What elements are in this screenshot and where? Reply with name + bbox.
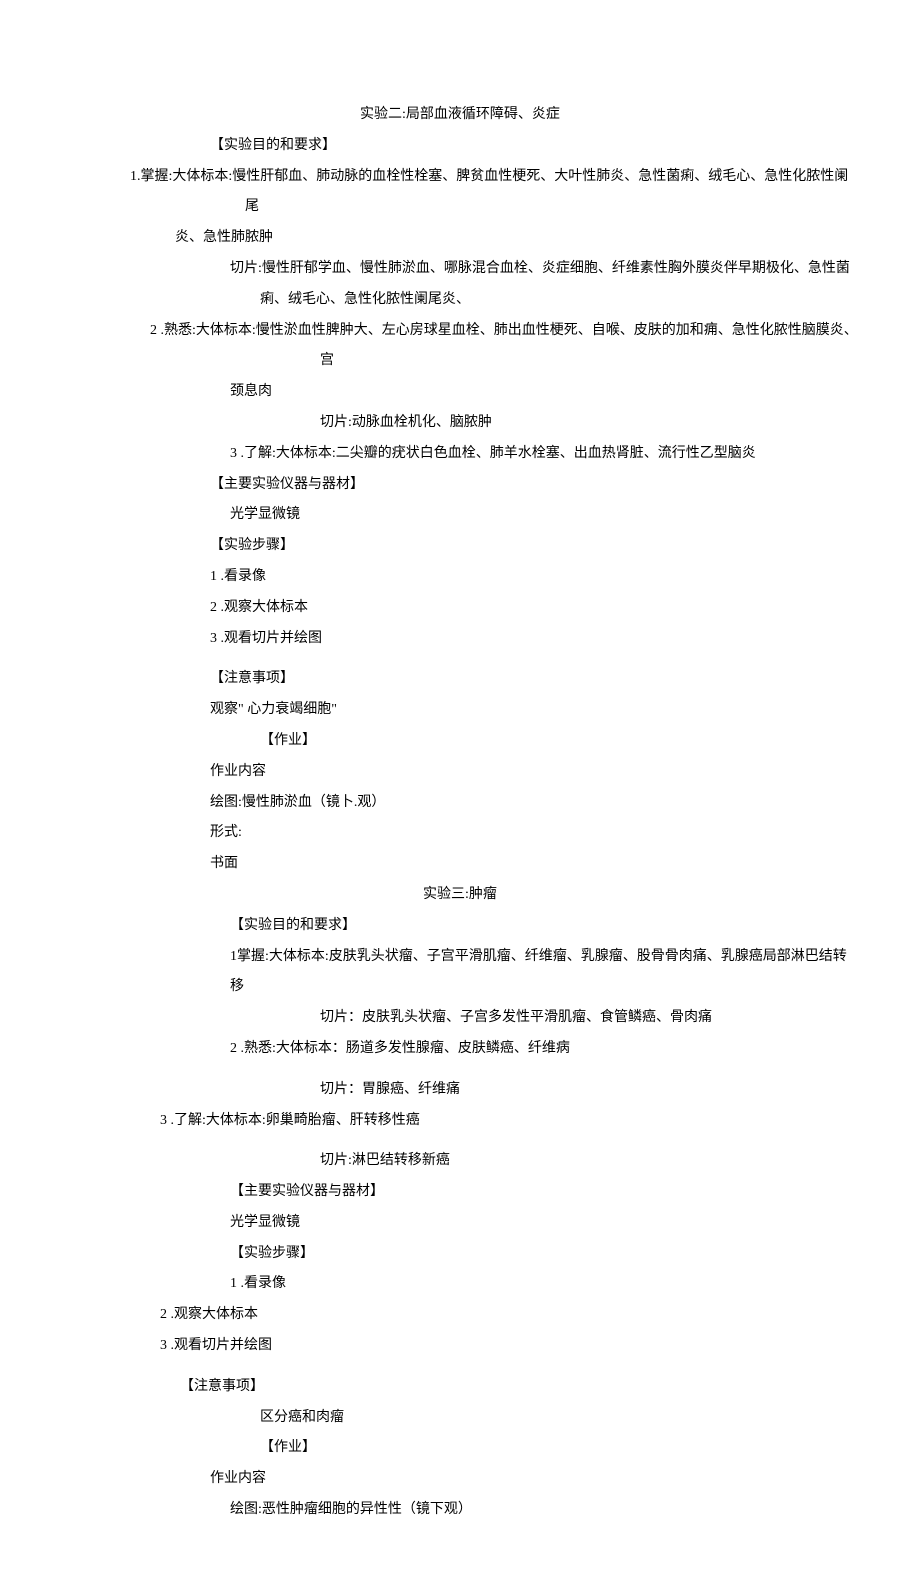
exp2-note: 观察" 心力衰竭细胞" — [60, 695, 860, 726]
exp2-purpose-1d: 痢、绒毛心、急性化脓性阑尾炎、 — [60, 285, 860, 316]
exp2-purpose-2c: 切片:动脉血栓机化、脑脓肿 — [60, 408, 860, 439]
exp3-note-heading: 【注意事项】 — [60, 1372, 860, 1403]
exp2-steps-heading: 【实验步骤】 — [60, 531, 860, 562]
exp3-purpose-2b: 切片：胃腺癌、纤维痛 — [60, 1075, 860, 1106]
exp2-title: 实验二:局部血液循环障碍、炎症 — [60, 100, 860, 131]
exp3-purpose-1b: 切片：皮肤乳头状瘤、子宫多发性平滑肌瘤、食管鳞癌、骨肉痛 — [60, 1003, 860, 1034]
exp2-hw-1: 作业内容 — [60, 757, 860, 788]
exp2-device: 光学显微镜 — [60, 500, 860, 531]
exp3-device-heading: 【主要实验仪器与器材】 — [60, 1177, 860, 1208]
exp3-title: 实验三:肿瘤 — [60, 880, 860, 911]
exp3-purpose-heading: 【实验目的和要求】 — [60, 911, 860, 942]
exp2-step-1: 1 .看录像 — [60, 562, 860, 593]
exp2-purpose-1b: 炎、急性肺脓肿 — [60, 223, 860, 254]
exp2-step-3: 3 .观看切片并绘图 — [60, 624, 860, 655]
exp3-purpose-1: 1掌握:大体标本:皮肤乳头状瘤、子宫平滑肌瘤、纤维瘤、乳腺瘤、股骨骨肉痛、乳腺癌… — [60, 942, 860, 1004]
exp3-step-1: 1 .看录像 — [60, 1269, 860, 1300]
exp2-purpose-heading: 【实验目的和要求】 — [60, 131, 860, 162]
exp2-hw-4: 书面 — [60, 849, 860, 880]
exp3-hw-heading: 【作业】 — [60, 1433, 860, 1464]
exp2-purpose-1: 1.掌握:大体标本:慢性肝郁血、肺动脉的血栓性栓塞、脾贫血性梗死、大叶性肺炎、急… — [95, 162, 860, 224]
exp3-purpose-3b: 切片:淋巴结转移新癌 — [60, 1146, 860, 1177]
exp2-purpose-2: 2 .熟悉:大体标本:慢性淤血性脾肿大、左心房球星血栓、肺出血性梗死、自喉、皮肤… — [120, 316, 860, 378]
exp3-step-3: 3 .观看切片并绘图 — [60, 1331, 860, 1362]
exp2-note-heading: 【注意事项】 — [60, 664, 860, 695]
exp2-hw-2: 绘图:慢性肺淤血（镜卜.观） — [60, 788, 860, 819]
exp2-purpose-3: 3 .了解:大体标本:二尖瓣的疣状白色血栓、肺羊水栓塞、出血热肾脏、流行性乙型脑… — [60, 439, 860, 470]
exp2-device-heading: 【主要实验仪器与器材】 — [60, 470, 860, 501]
exp2-hw-3: 形式: — [60, 818, 860, 849]
exp3-purpose-3: 3 .了解:大体标本:卵巢畸胎瘤、肝转移性癌 — [60, 1106, 860, 1137]
exp3-device: 光学显微镜 — [60, 1208, 860, 1239]
exp3-steps-heading: 【实验步骤】 — [60, 1239, 860, 1270]
exp2-step-2: 2 .观察大体标本 — [60, 593, 860, 624]
exp2-purpose-1c: 切片:慢性肝郁学血、慢性肺淤血、哪脉混合血栓、炎症细胞、纤维素性胸外膜炎伴早期极… — [60, 254, 860, 285]
exp3-hw-2: 绘图:恶性肿瘤细胞的异性性（镜下观） — [60, 1495, 860, 1526]
exp3-purpose-2: 2 .熟悉:大体标本：肠道多发性腺瘤、皮肤鳞癌、纤维病 — [60, 1034, 860, 1065]
exp3-step-2: 2 .观察大体标本 — [60, 1300, 860, 1331]
exp2-hw-heading: 【作业】 — [60, 726, 860, 757]
exp2-purpose-2b: 颈息肉 — [60, 377, 860, 408]
exp3-hw-1: 作业内容 — [60, 1464, 860, 1495]
exp3-note: 区分癌和肉瘤 — [60, 1403, 860, 1434]
